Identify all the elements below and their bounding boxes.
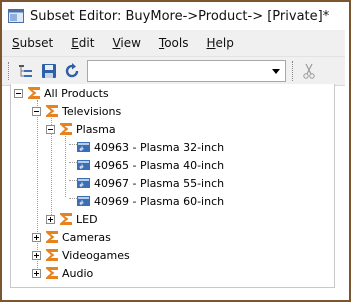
tree-node-audio[interactable]: Audio [45, 264, 93, 282]
tree-node-all-products[interactable]: All Products [27, 84, 109, 102]
collapse-toggle[interactable] [46, 125, 55, 134]
consolidated-sigma-icon [46, 267, 58, 279]
title-bar: Subset Editor: BuyMore->Product-> [Priva… [2, 2, 345, 30]
leaf-element-icon: # [77, 160, 90, 171]
toolbar-grip[interactable] [8, 62, 12, 80]
consolidated-sigma-icon [46, 249, 58, 261]
menu-edit[interactable]: Edit [62, 36, 103, 50]
subset-combo[interactable] [87, 60, 286, 82]
consolidated-sigma-icon [46, 231, 58, 243]
leaf-element-icon: # [77, 196, 90, 207]
leaf-element-icon: # [77, 178, 90, 189]
cut-icon[interactable] [300, 62, 318, 80]
tree-leaf-item[interactable]: # 40965 - Plasma 40-inch [75, 156, 224, 174]
toolbar-separator [292, 61, 295, 81]
window-title: Subset Editor: BuyMore->Product-> [Priva… [30, 8, 330, 24]
tree-node-label: 40963 - Plasma 32-inch [94, 140, 225, 154]
consolidated-sigma-icon [28, 87, 40, 99]
tree-node-label: 40969 - Plasma 60-inch [94, 194, 225, 208]
collapse-toggle[interactable] [32, 107, 41, 116]
menu-bar: Subset Edit View Tools Help [2, 30, 345, 57]
tree-node-label: 40965 - Plasma 40-inch [94, 158, 225, 172]
expand-toggle[interactable] [32, 251, 41, 260]
tree-node-label: Plasma [76, 122, 116, 136]
menu-subset[interactable]: Subset [2, 36, 62, 50]
tree-connector [65, 136, 66, 197]
expand-toggle[interactable] [32, 233, 41, 242]
chevron-down-icon[interactable] [269, 61, 283, 81]
tree-node-cameras[interactable]: Cameras [45, 228, 111, 246]
tree-node-videogames[interactable]: Videogames [45, 246, 130, 264]
tree-leaf-item[interactable]: # 40967 - Plasma 55-inch [75, 174, 224, 192]
tree-node-televisions[interactable]: Televisions [45, 102, 121, 120]
hierarchy-icon[interactable] [17, 62, 35, 80]
consolidated-sigma-icon [46, 105, 58, 117]
consolidated-sigma-icon [60, 213, 72, 225]
tree-node-label: 40967 - Plasma 55-inch [94, 176, 225, 190]
svg-text:#: # [79, 200, 84, 207]
toolbar [2, 57, 345, 86]
save-icon[interactable] [40, 62, 58, 80]
menu-tools[interactable]: Tools [150, 36, 198, 50]
tree-node-plasma[interactable]: Plasma [59, 120, 116, 138]
tree-node-label: All Products [44, 86, 109, 100]
svg-text:#: # [79, 182, 84, 189]
svg-text:#: # [79, 164, 84, 171]
tree-node-label: Televisions [62, 104, 122, 118]
leaf-element-icon: # [77, 142, 90, 153]
expand-toggle[interactable] [32, 269, 41, 278]
menu-help[interactable]: Help [198, 36, 243, 50]
menu-view[interactable]: View [103, 36, 149, 50]
tree-node-label: LED [76, 212, 98, 226]
tree-leaf-item[interactable]: # 40963 - Plasma 32-inch [75, 138, 224, 156]
collapse-toggle[interactable] [14, 89, 23, 98]
subset-tree[interactable]: All Products Televisions Plasma # 40963 … [10, 84, 335, 288]
tree-node-label: Cameras [62, 230, 111, 244]
tree-node-label: Audio [62, 266, 94, 280]
refresh-icon[interactable] [63, 62, 81, 80]
consolidated-sigma-icon [60, 123, 72, 135]
tree-leaf-item[interactable]: # 40969 - Plasma 60-inch [75, 192, 224, 210]
tree-node-led[interactable]: LED [59, 210, 98, 228]
app-window-icon [8, 9, 24, 23]
svg-text:#: # [79, 146, 84, 153]
tree-node-label: Videogames [62, 248, 130, 262]
expand-toggle[interactable] [46, 215, 55, 224]
